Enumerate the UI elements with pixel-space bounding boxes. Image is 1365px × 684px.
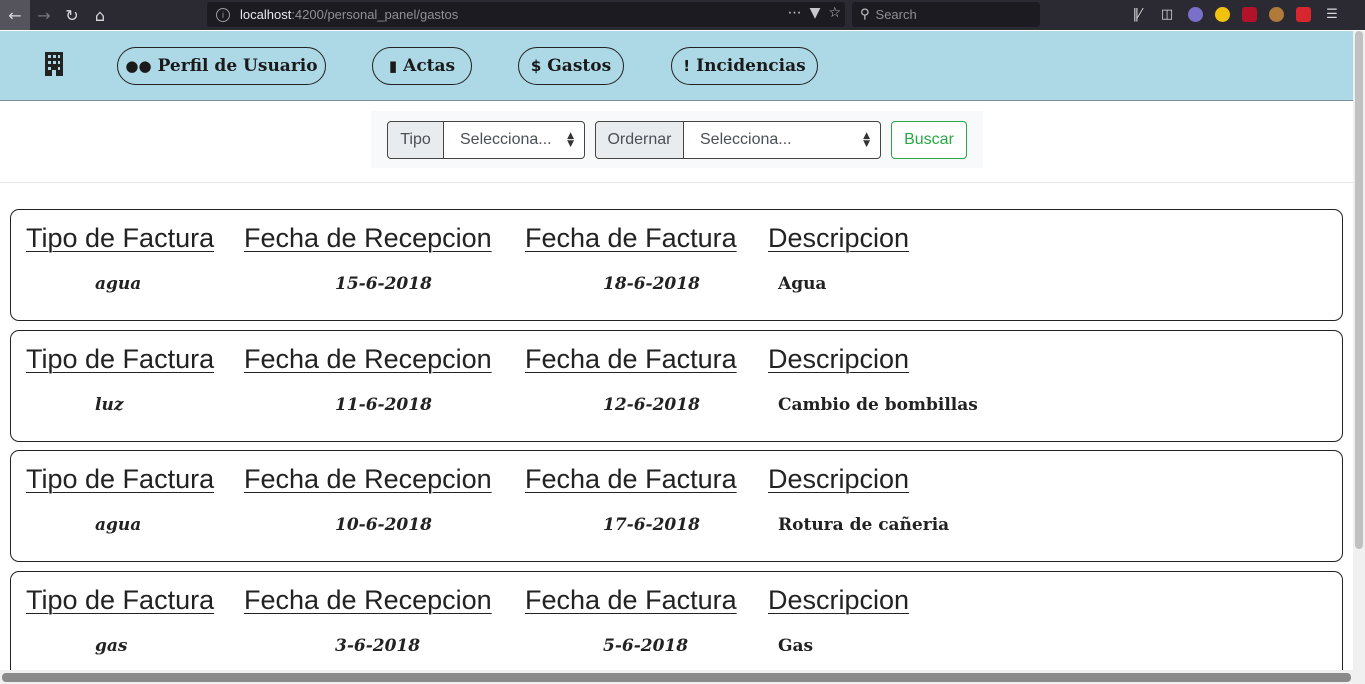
- factura-tipo: agua: [95, 274, 142, 294]
- url-path: :4200/personal_panel/gastos: [291, 7, 459, 22]
- extension-icon[interactable]: [1188, 6, 1203, 22]
- sidebar-icon[interactable]: ◫: [1158, 5, 1176, 23]
- header-fecha-factura: Fecha de Factura: [525, 223, 737, 253]
- header-descripcion: Descripcion: [768, 464, 910, 494]
- ublock-icon[interactable]: [1242, 6, 1257, 22]
- factura-descripcion: Cambio de bombillas: [778, 395, 978, 415]
- extension-icon[interactable]: [1269, 6, 1284, 22]
- tipo-select[interactable]: Selecciona... ▲ ▼: [443, 121, 585, 159]
- buscar-button[interactable]: Buscar: [891, 121, 967, 159]
- vertical-scrollbar[interactable]: [1353, 31, 1365, 684]
- header-tipo-factura: Tipo de Factura: [26, 223, 215, 253]
- filter-section: Tipo Selecciona... ▲ ▼ Ordernar Seleccion…: [0, 102, 1353, 183]
- factura-fecha-recepcion: 10-6-2018: [335, 515, 432, 535]
- factura-fecha-factura: 12-6-2018: [603, 395, 700, 415]
- forward-arrow-icon[interactable]: →: [30, 1, 58, 29]
- filter-form: Tipo Selecciona... ▲ ▼ Ordernar Seleccion…: [371, 111, 983, 168]
- factura-fecha-factura: 18-6-2018: [603, 274, 700, 294]
- header-descripcion: Descripcion: [768, 585, 910, 615]
- ordenar-select[interactable]: Selecciona... ▲ ▼: [683, 121, 881, 159]
- pocket-icon[interactable]: ▼: [810, 5, 821, 21]
- header-tipo-factura: Tipo de Factura: [26, 344, 215, 374]
- users-icon: ●●: [125, 57, 152, 75]
- search-icon: ⚲: [860, 7, 870, 22]
- home-icon[interactable]: ⌂: [86, 1, 114, 29]
- horizontal-scrollbar-thumb[interactable]: [2, 673, 1351, 682]
- library-icon[interactable]: ‖⁄: [1128, 5, 1146, 23]
- header-tipo-factura: Tipo de Factura: [26, 585, 215, 615]
- factura-fecha-recepcion: 11-6-2018: [335, 395, 432, 415]
- nav-incidencias-label: Incidencias: [696, 56, 806, 76]
- ordenar-select-value: Selecciona...: [700, 131, 792, 148]
- nav-perfil-label: Perfil de Usuario: [157, 56, 318, 76]
- address-bar[interactable]: i localhost:4200/personal_panel/gastos ⋯…: [207, 2, 845, 27]
- header-fecha-recepcion: Fecha de Recepcion: [244, 223, 492, 253]
- extension-icon[interactable]: [1215, 6, 1230, 22]
- search-placeholder: Search: [875, 7, 917, 22]
- select-arrows-icon: ▲ ▼: [863, 131, 870, 149]
- factura-card: Tipo de Factura Fecha de Recepcion Fecha…: [10, 571, 1343, 683]
- dollar-icon: $: [530, 57, 542, 75]
- header-fecha-recepcion: Fecha de Recepcion: [244, 344, 492, 374]
- factura-tipo: luz: [95, 395, 124, 415]
- header-descripcion: Descripcion: [768, 223, 910, 253]
- factura-card: Tipo de Factura Fecha de Recepcion Fecha…: [10, 209, 1343, 321]
- nav-gastos-button[interactable]: $ Gastos: [518, 47, 624, 85]
- header-fecha-recepcion: Fecha de Recepcion: [244, 464, 492, 494]
- tipo-label: Tipo: [387, 121, 444, 159]
- search-bar[interactable]: ⚲ Search: [852, 2, 1040, 27]
- select-arrows-icon: ▲ ▼: [567, 131, 574, 149]
- ordenar-label: Ordernar: [595, 121, 684, 159]
- nav-gastos-label: Gastos: [547, 56, 612, 76]
- header-fecha-factura: Fecha de Factura: [525, 464, 737, 494]
- factura-tipo: gas: [95, 636, 128, 656]
- scrollbar-corner: [1353, 670, 1365, 684]
- factura-fecha-factura: 5-6-2018: [603, 636, 689, 656]
- back-arrow-icon[interactable]: ←: [0, 0, 30, 30]
- factura-tipo: agua: [95, 515, 142, 535]
- page-actions-icon[interactable]: ⋯: [788, 5, 802, 21]
- nav-perfil-usuario-button[interactable]: ●● Perfil de Usuario: [117, 47, 326, 85]
- bookmark-star-icon[interactable]: ☆: [828, 5, 841, 21]
- url-host: localhost: [240, 7, 292, 22]
- factura-card: Tipo de Factura Fecha de Recepcion Fecha…: [10, 450, 1343, 562]
- nav-actas-button[interactable]: ▮ Actas: [372, 47, 472, 85]
- reload-icon[interactable]: ↻: [58, 1, 86, 29]
- nav-actas-label: Actas: [403, 56, 456, 76]
- factura-fecha-recepcion: 3-6-2018: [335, 636, 421, 656]
- exclamation-icon: !: [683, 57, 691, 75]
- header-fecha-factura: Fecha de Factura: [525, 585, 737, 615]
- header-descripcion: Descripcion: [768, 344, 910, 374]
- tipo-select-value: Selecciona...: [460, 131, 552, 148]
- book-icon: ▮: [388, 57, 398, 75]
- factura-card: Tipo de Factura Fecha de Recepcion Fecha…: [10, 330, 1343, 442]
- building-icon[interactable]: [44, 52, 64, 76]
- browser-toolbar: ← → ↻ ⌂ i localhost:4200/personal_panel/…: [0, 0, 1365, 30]
- header-tipo-factura: Tipo de Factura: [26, 464, 215, 494]
- factura-fecha-factura: 17-6-2018: [603, 515, 700, 535]
- nav-incidencias-button[interactable]: ! Incidencias: [671, 47, 818, 85]
- site-info-icon[interactable]: i: [216, 7, 230, 22]
- factura-descripcion: Agua: [778, 274, 827, 294]
- factura-descripcion: Rotura de cañeria: [778, 515, 950, 535]
- vertical-scrollbar-thumb[interactable]: [1355, 31, 1363, 549]
- factura-fecha-recepcion: 15-6-2018: [335, 274, 432, 294]
- extension-icon[interactable]: [1296, 6, 1311, 22]
- header-fecha-recepcion: Fecha de Recepcion: [244, 585, 492, 615]
- app-navbar: ●● Perfil de Usuario ▮ Actas $ Gastos ! …: [0, 31, 1353, 101]
- factura-descripcion: Gas: [778, 636, 814, 656]
- horizontal-scrollbar[interactable]: [0, 670, 1353, 684]
- menu-icon[interactable]: ☰: [1323, 5, 1341, 23]
- header-fecha-factura: Fecha de Factura: [525, 344, 737, 374]
